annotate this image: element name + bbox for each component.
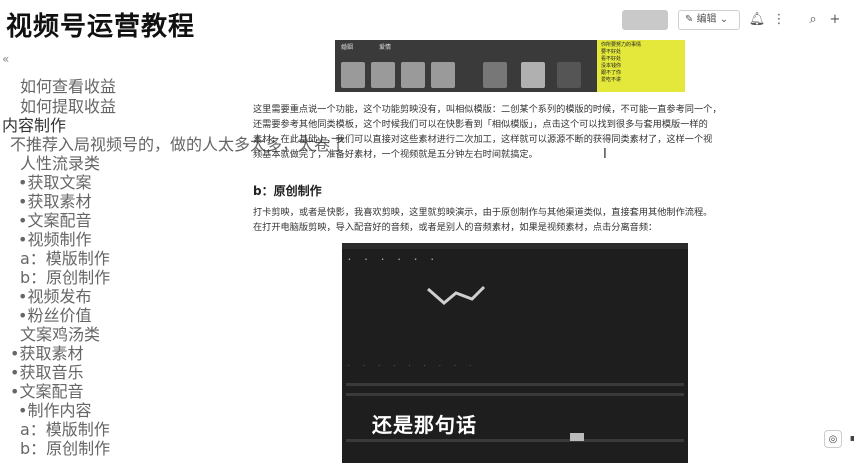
thumbnail xyxy=(557,62,581,88)
editor-screenshot-image: • • • • • • · · · · · · · · · 还是那句话 xyxy=(342,243,688,463)
plus-icon[interactable]: + xyxy=(826,11,844,29)
search-icon[interactable]: ⌕ xyxy=(804,11,822,29)
edit-button-label: 编辑 xyxy=(696,14,717,25)
text-line: 打卡剪映，或者是快影，我喜欢剪映，这里就剪映演示，由于原创制作与其他渠道类似，直… xyxy=(253,207,713,218)
text-cursor-icon: I xyxy=(603,147,607,162)
timeline-clip xyxy=(570,433,584,441)
image-text: 婚姻 xyxy=(341,44,354,51)
more-icon[interactable]: ⋮ xyxy=(770,11,788,29)
scroll-icon[interactable]: ▪ xyxy=(844,430,854,448)
thumbnail xyxy=(483,62,507,88)
edit-button[interactable]: ✎ 编辑 ⌄ xyxy=(678,10,740,30)
preview-graphic xyxy=(427,285,486,305)
template-screenshot-image: 婚姻 爱情 你所要努力的事情 要不好处 看不好处 没本钱你 跟不了你 爱吃不讲 xyxy=(335,40,685,92)
body-paragraph: 这里需要重点说一个功能，这个功能剪映没有，叫相似模版：二创某个系列的模版的时候，… xyxy=(253,102,773,162)
text-line: 素材，在此基础上，我们可以直接对这些素材进行二次加工，这样就可以源源不断的获得同… xyxy=(253,134,713,145)
collapse-sidebar-icon[interactable]: « xyxy=(2,52,9,66)
share-button[interactable] xyxy=(622,10,668,30)
comment-icon[interactable]: ◎ xyxy=(824,430,842,448)
editor-dots: · · · · · · · · · xyxy=(348,363,478,369)
text-line: 还需要参考其他同类模板，这个时候我们可以在快影看到「相似模版」，点击这个可以找到… xyxy=(253,119,708,130)
image-text: 爱情 xyxy=(379,44,392,51)
top-bar: 视频号运营教程 ✎ 编辑 ⌄ 🔔︎ ⋮ ⌕ + xyxy=(0,0,854,42)
thumbnail xyxy=(341,62,365,88)
text-line: 这里需要重点说一个功能，这个功能剪映没有，叫相似模版：二创某个系列的模版的时候，… xyxy=(253,104,722,115)
video-caption: 还是那句话 xyxy=(372,413,477,437)
thumbnail xyxy=(401,62,425,88)
chevron-down-icon: ⌄ xyxy=(716,14,729,25)
thumbnail xyxy=(371,62,395,88)
section-heading: b：原创制作 xyxy=(253,184,322,198)
image-yellow-panel: 你所要努力的事情 要不好处 看不好处 没本钱你 跟不了你 爱吃不讲 xyxy=(597,40,685,92)
thumbnail xyxy=(431,62,455,88)
editor-dots: • • • • • • xyxy=(348,257,440,263)
editor-toolbar xyxy=(342,243,688,249)
timeline-track xyxy=(346,393,684,396)
timeline-track xyxy=(346,439,684,442)
body-paragraph: 打卡剪映，或者是快影，我喜欢剪映，这里就剪映演示，由于原创制作与其他渠道类似，直… xyxy=(253,205,773,235)
image-text-list: 你所要努力的事情 要不好处 看不好处 没本钱你 跟不了你 爱吃不讲 xyxy=(601,42,642,83)
pencil-icon: ✎ xyxy=(685,14,697,25)
text-line: 频基本就做完了，准备好素材，一个视频就是五分钟左右时间就搞定。 xyxy=(253,149,538,160)
thumbnail xyxy=(521,62,545,88)
text-line: 在打开电脑版剪映，导入配音好的音频，或者是别人的音频素材，如果是视频素材，点击分… xyxy=(253,222,658,233)
sidebar-item[interactable]: b：原创制作 xyxy=(20,435,110,459)
page-title: 视频号运营教程 xyxy=(6,12,196,42)
timeline-track xyxy=(346,383,684,386)
bell-icon[interactable]: 🔔︎ xyxy=(748,11,766,29)
